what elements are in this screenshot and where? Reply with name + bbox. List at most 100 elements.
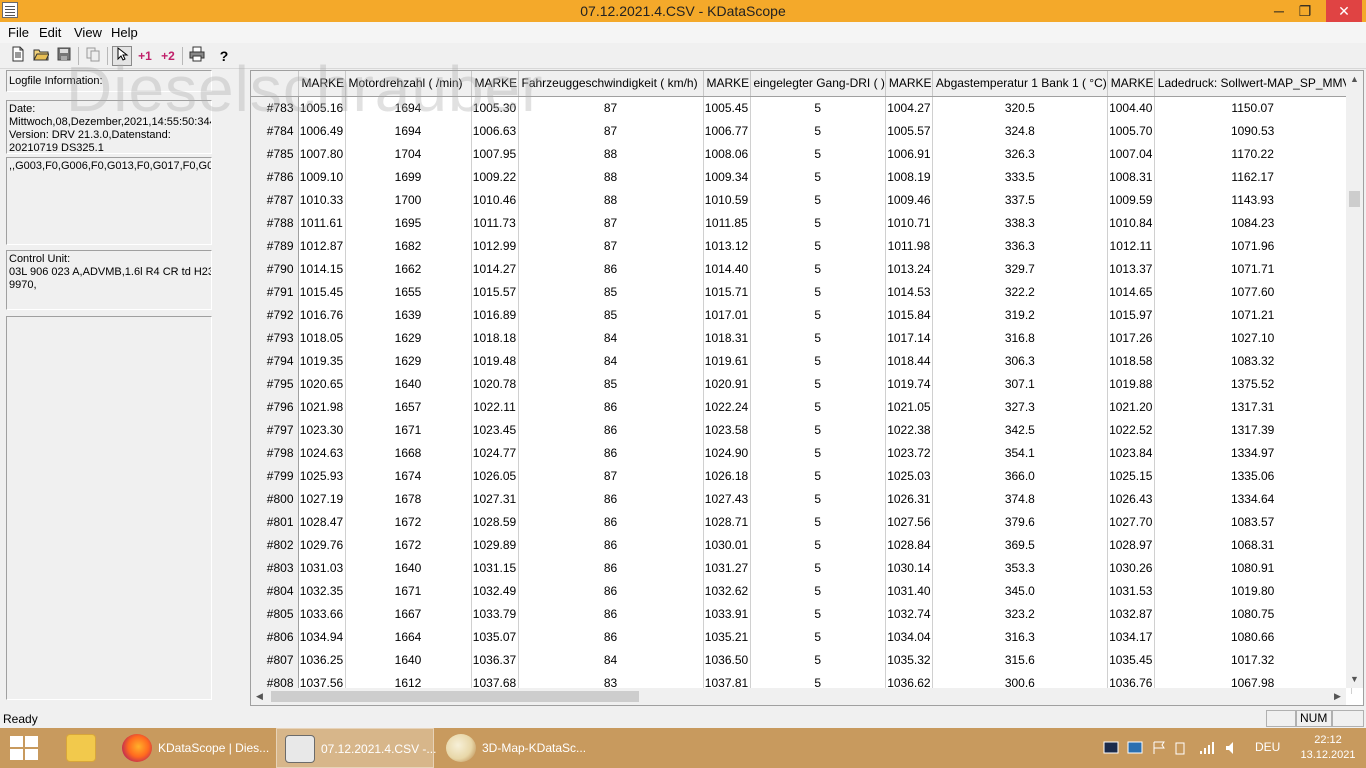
table-cell[interactable]: 85 xyxy=(518,303,704,326)
table-cell[interactable]: 87 xyxy=(518,211,704,234)
table-cell[interactable]: 327.3 xyxy=(932,395,1108,418)
column-header[interactable]: MARKE xyxy=(703,71,751,97)
scroll-up-icon[interactable]: ▲ xyxy=(1346,71,1363,88)
table-cell[interactable]: 1026.18 xyxy=(703,464,751,487)
scroll-down-icon[interactable]: ▼ xyxy=(1346,671,1363,688)
table-row[interactable]: #783 1005.16 1694 1005.30 87 1005.45 5 1004.27 3… xyxy=(251,96,1352,119)
table-cell[interactable]: 1033.79 xyxy=(471,602,519,625)
close-button[interactable]: ✕ xyxy=(1326,0,1362,22)
table-cell[interactable]: 1011.61 xyxy=(298,211,346,234)
table-cell[interactable]: 1016.89 xyxy=(471,303,519,326)
table-cell[interactable]: 338.3 xyxy=(932,211,1108,234)
table-cell[interactable]: 1009.10 xyxy=(298,165,346,188)
row-header[interactable]: #796 xyxy=(251,395,299,418)
table-cell[interactable]: 1034.17 xyxy=(1107,625,1155,648)
table-cell[interactable]: 1025.03 xyxy=(885,464,933,487)
table-cell[interactable]: 322.2 xyxy=(932,280,1108,303)
table-cell[interactable]: 1664 xyxy=(345,625,472,648)
table-cell[interactable]: 1015.45 xyxy=(298,280,346,303)
table-cell[interactable]: 1014.40 xyxy=(703,257,751,280)
table-cell[interactable]: 1026.31 xyxy=(885,487,933,510)
table-cell[interactable]: 5 xyxy=(750,395,886,418)
row-header[interactable]: #785 xyxy=(251,142,299,165)
table-cell[interactable]: 86 xyxy=(518,533,704,556)
column-header[interactable]: MARKE xyxy=(298,71,346,97)
new-file-icon[interactable] xyxy=(8,46,28,66)
table-row[interactable]: #784 1006.49 1694 1006.63 87 1006.77 5 1005.57 3… xyxy=(251,119,1352,142)
table-cell[interactable]: 1009.59 xyxy=(1107,188,1155,211)
copy-icon[interactable] xyxy=(83,46,103,66)
table-cell[interactable]: 1026.05 xyxy=(471,464,519,487)
table-row[interactable]: #799 1025.93 1674 1026.05 87 1026.18 5 1025.03 3… xyxy=(251,464,1352,487)
scroll-right-icon[interactable]: ▶ xyxy=(1329,688,1346,705)
row-header[interactable]: #786 xyxy=(251,165,299,188)
table-cell[interactable]: 1026.43 xyxy=(1107,487,1155,510)
table-cell[interactable]: 345.0 xyxy=(932,579,1108,602)
table-cell[interactable]: 1671 xyxy=(345,579,472,602)
table-cell[interactable]: 1014.27 xyxy=(471,257,519,280)
column-header[interactable]: Fahrzeuggeschwindigkeit ( km/h) xyxy=(518,71,704,97)
table-row[interactable]: #791 1015.45 1655 1015.57 85 1015.71 5 1014.53 3… xyxy=(251,280,1352,303)
table-cell[interactable]: 1021.05 xyxy=(885,395,933,418)
table-cell[interactable]: 1027.31 xyxy=(471,487,519,510)
table-cell[interactable]: 1020.78 xyxy=(471,372,519,395)
table-cell[interactable]: 1672 xyxy=(345,510,472,533)
row-header[interactable]: #787 xyxy=(251,188,299,211)
row-header[interactable]: #793 xyxy=(251,326,299,349)
table-cell[interactable]: 1028.84 xyxy=(885,533,933,556)
table-cell[interactable]: 1028.97 xyxy=(1107,533,1155,556)
menu-file[interactable]: File xyxy=(8,25,29,40)
data-grid[interactable]: MARKE Motordrehzahl ( /min) MARKE Fahrzeugg… xyxy=(250,70,1364,706)
table-cell[interactable]: 1031.53 xyxy=(1107,579,1155,602)
row-header[interactable]: #803 xyxy=(251,556,299,579)
table-cell[interactable]: 1655 xyxy=(345,280,472,303)
grid-corner[interactable] xyxy=(251,71,299,97)
open-folder-icon[interactable] xyxy=(31,46,51,66)
table-cell[interactable]: 1019.61 xyxy=(703,349,751,372)
table-cell[interactable]: 1024.63 xyxy=(298,441,346,464)
table-cell[interactable]: 86 xyxy=(518,625,704,648)
table-cell[interactable]: 323.2 xyxy=(932,602,1108,625)
table-cell[interactable]: 1022.11 xyxy=(471,395,519,418)
table-cell[interactable]: 1030.01 xyxy=(703,533,751,556)
table-cell[interactable]: 1012.11 xyxy=(1107,234,1155,257)
table-cell[interactable]: 1031.03 xyxy=(298,556,346,579)
table-cell[interactable]: 1022.24 xyxy=(703,395,751,418)
table-cell[interactable]: 86 xyxy=(518,510,704,533)
table-cell[interactable]: 88 xyxy=(518,165,704,188)
table-cell[interactable]: 1080.91 xyxy=(1154,556,1352,579)
table-cell[interactable]: 320.5 xyxy=(932,96,1108,119)
column-header[interactable]: Ladedruck: Sollwert-MAP_SP_MMV xyxy=(1154,71,1352,97)
table-cell[interactable]: 5 xyxy=(750,556,886,579)
windows-start-icon[interactable] xyxy=(10,736,38,760)
table-cell[interactable]: 5 xyxy=(750,510,886,533)
table-cell[interactable]: 87 xyxy=(518,464,704,487)
table-cell[interactable]: 353.3 xyxy=(932,556,1108,579)
table-cell[interactable]: 1640 xyxy=(345,372,472,395)
table-cell[interactable]: 5 xyxy=(750,326,886,349)
row-header[interactable]: #795 xyxy=(251,372,299,395)
table-cell[interactable]: 5 xyxy=(750,96,886,119)
table-cell[interactable]: 1317.31 xyxy=(1154,395,1352,418)
table-cell[interactable]: 1013.12 xyxy=(703,234,751,257)
table-cell[interactable]: 1036.25 xyxy=(298,648,346,671)
table-cell[interactable]: 1032.49 xyxy=(471,579,519,602)
table-cell[interactable]: 5 xyxy=(750,487,886,510)
table-cell[interactable]: 1010.84 xyxy=(1107,211,1155,234)
table-cell[interactable]: 5 xyxy=(750,280,886,303)
file-explorer-icon[interactable] xyxy=(58,728,106,768)
table-cell[interactable]: 1170.22 xyxy=(1154,142,1352,165)
save-icon[interactable] xyxy=(54,46,74,66)
table-cell[interactable]: 5 xyxy=(750,165,886,188)
row-header[interactable]: #794 xyxy=(251,349,299,372)
table-cell[interactable]: 87 xyxy=(518,234,704,257)
table-row[interactable]: #788 1011.61 1695 1011.73 87 1011.85 5 1010.71 3… xyxy=(251,211,1352,234)
row-header[interactable]: #807 xyxy=(251,648,299,671)
codes-box[interactable]: ,,G003,F0,G006,F0,G013,F0,G017,F0,G02 xyxy=(6,157,212,245)
pointer-icon[interactable] xyxy=(112,46,132,66)
table-cell[interactable]: 5 xyxy=(750,372,886,395)
table-cell[interactable]: 1034.04 xyxy=(885,625,933,648)
table-cell[interactable]: 1030.14 xyxy=(885,556,933,579)
table-cell[interactable]: 86 xyxy=(518,487,704,510)
table-cell[interactable]: 1036.50 xyxy=(703,648,751,671)
